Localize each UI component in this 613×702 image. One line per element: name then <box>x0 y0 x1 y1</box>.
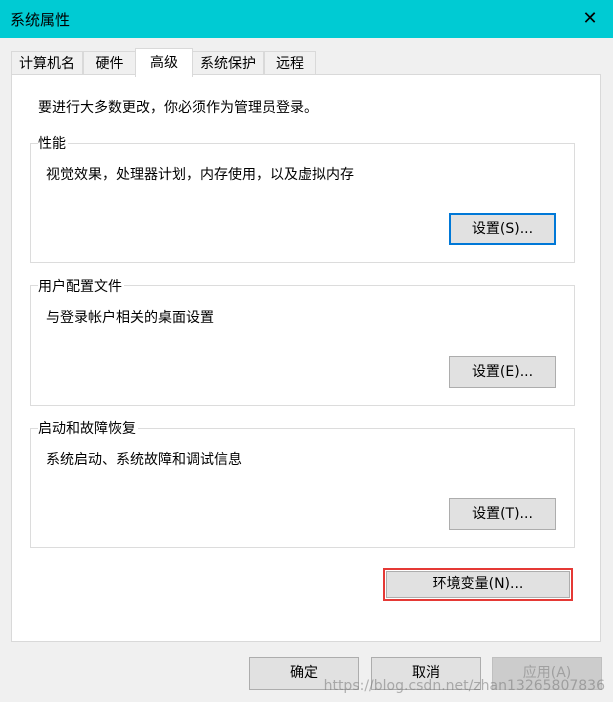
title-bar: 系统属性 ✕ <box>0 0 613 38</box>
startup-recovery-group <box>30 428 575 548</box>
user-profiles-description: 与登录帐户相关的桌面设置 <box>46 310 214 326</box>
tab-advanced[interactable]: 高级 <box>135 48 193 77</box>
performance-description: 视觉效果，处理器计划，内存使用，以及虚拟内存 <box>46 167 354 183</box>
startup-recovery-settings-button[interactable]: 设置(T)... <box>449 498 556 530</box>
user-profiles-settings-button[interactable]: 设置(E)... <box>449 356 556 388</box>
highlight-box <box>383 568 573 601</box>
close-icon[interactable]: ✕ <box>567 0 613 38</box>
window-title: 系统属性 <box>10 11 71 29</box>
user-profiles-label: 用户配置文件 <box>38 276 124 296</box>
watermark: https://blog.csdn.net/zhan13265807836 <box>323 678 605 694</box>
startup-recovery-description: 系统启动、系统故障和调试信息 <box>46 452 242 468</box>
admin-note: 要进行大多数更改，你必须作为管理员登录。 <box>38 100 318 116</box>
tab-remote[interactable]: 远程 <box>264 51 316 75</box>
performance-group <box>30 143 575 263</box>
tab-computer-name[interactable]: 计算机名 <box>11 51 83 75</box>
tab-hardware[interactable]: 硬件 <box>83 51 136 75</box>
performance-label: 性能 <box>38 133 68 153</box>
startup-recovery-label: 启动和故障恢复 <box>38 418 138 438</box>
performance-settings-button[interactable]: 设置(S)... <box>449 213 556 245</box>
tab-system-protection[interactable]: 系统保护 <box>192 51 264 75</box>
